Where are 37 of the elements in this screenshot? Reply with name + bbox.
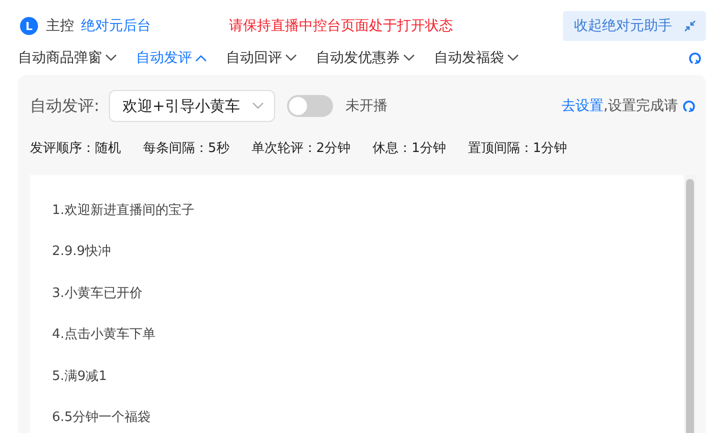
template-dropdown[interactable]: 欢迎+引导小黄车 bbox=[109, 90, 276, 122]
stat-text: 单次轮评：2分钟 bbox=[251, 140, 351, 157]
caret-icon bbox=[105, 54, 117, 62]
refresh-icon[interactable] bbox=[688, 51, 702, 65]
caret-icon bbox=[195, 54, 207, 62]
stat-text: 置顶间隔：1分钟 bbox=[468, 140, 568, 157]
header-title: 主控 bbox=[46, 17, 74, 35]
backend-link[interactable]: 绝对元后台 bbox=[81, 17, 151, 35]
comment-item[interactable]: 4.点击小黄车下单 bbox=[52, 314, 684, 355]
settings-link[interactable]: 去设置 bbox=[562, 97, 604, 115]
comment-item[interactable]: 3.小黄车已开价 bbox=[52, 272, 684, 314]
collapse-icon bbox=[684, 20, 696, 32]
stat-text: 发评顺序：随机 bbox=[30, 140, 121, 157]
caret-icon bbox=[252, 102, 264, 110]
live-toggle[interactable] bbox=[287, 95, 334, 117]
tab[interactable]: 自动发评 bbox=[136, 49, 207, 67]
caret-icon bbox=[403, 54, 415, 62]
tab[interactable]: 自动发优惠券 bbox=[316, 49, 415, 67]
notice-text: 请保持直播中控台页面处于打开状态 bbox=[229, 17, 454, 35]
tab[interactable]: 自动发福袋 bbox=[434, 49, 519, 67]
stat-text: 休息：1分钟 bbox=[372, 140, 446, 157]
caret-icon bbox=[285, 54, 297, 62]
comment-item[interactable]: 5.满9减1 bbox=[52, 355, 684, 396]
tab[interactable]: 自动商品弹窗 bbox=[18, 49, 117, 67]
status-text: 未开播 bbox=[345, 97, 388, 115]
tab[interactable]: 自动回评 bbox=[226, 49, 297, 67]
logo-icon: L bbox=[20, 17, 38, 35]
caret-icon bbox=[507, 54, 519, 62]
hint-text: ,设置完成请 bbox=[604, 97, 678, 115]
comment-item[interactable]: 2.9.9快冲 bbox=[52, 230, 684, 272]
scrollbar-thumb[interactable] bbox=[686, 179, 694, 433]
refresh-icon[interactable] bbox=[682, 99, 696, 113]
comment-item[interactable]: 1.欢迎新进直播间的宝子 bbox=[52, 189, 684, 230]
field-label: 自动发评: bbox=[30, 96, 100, 116]
stat-text: 每条间隔：5秒 bbox=[143, 140, 230, 157]
comment-item[interactable]: 6.5分钟一个福袋 bbox=[52, 396, 684, 433]
collapse-button[interactable]: 收起绝对元助手 bbox=[563, 11, 706, 41]
